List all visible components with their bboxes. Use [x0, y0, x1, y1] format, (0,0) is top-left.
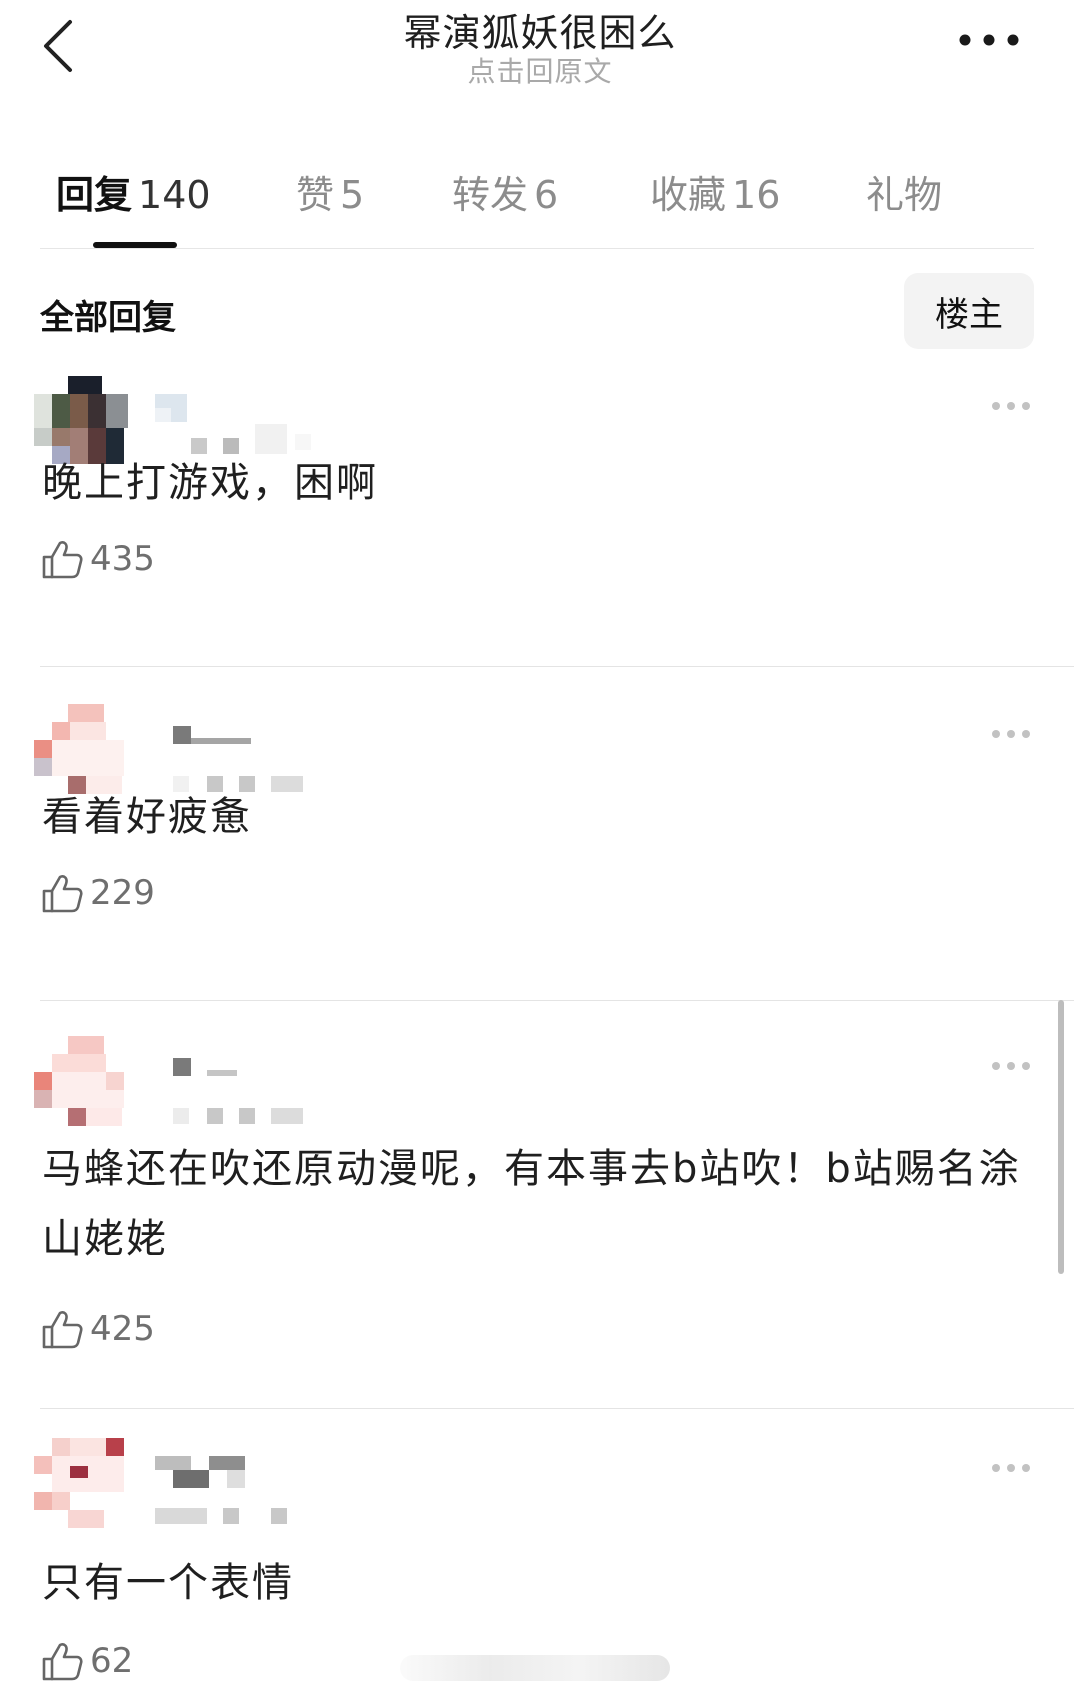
- comment-text: 晚上打游戏，困啊: [42, 460, 378, 506]
- divider: [40, 248, 1034, 249]
- tab-count: 140: [138, 173, 211, 217]
- tab-count: 5: [340, 173, 365, 217]
- page-title[interactable]: 幂演狐妖很困么: [0, 2, 1080, 57]
- comment-more-button[interactable]: [990, 1460, 1032, 1474]
- like-button[interactable]: 62: [40, 1638, 133, 1684]
- owner-filter-button[interactable]: 楼主: [904, 273, 1034, 349]
- tab-label: 赞: [296, 173, 335, 217]
- comment-text: 看着好疲惫: [42, 794, 252, 840]
- comment-more-button[interactable]: [990, 726, 1032, 740]
- comment-text: 马蜂还在吹还原动漫呢，有本事去b站吹！b站赐名涂山姥姥: [42, 1146, 1021, 1262]
- thumbs-up-icon: [42, 1311, 83, 1349]
- like-count: 62: [90, 1641, 134, 1681]
- like-button[interactable]: 425: [40, 1306, 155, 1352]
- username-redacted[interactable]: [155, 1054, 345, 1088]
- comment-more-button[interactable]: [990, 398, 1032, 412]
- divider: [40, 1408, 1074, 1409]
- top-bar: 幂演狐妖很困么 点击回原文: [0, 0, 1080, 110]
- username-redacted[interactable]: [155, 394, 345, 428]
- like-count: 435: [90, 539, 155, 579]
- like-button[interactable]: 435: [40, 536, 155, 582]
- divider: [40, 1000, 1074, 1001]
- comment-more-button[interactable]: [990, 1058, 1032, 1072]
- view-original-link[interactable]: 点击回原文: [0, 50, 1080, 90]
- tab-reposts[interactable]: 转发 6: [452, 164, 558, 219]
- thumbs-up-icon: [42, 1643, 83, 1681]
- avatar[interactable]: [34, 1438, 138, 1542]
- redacted-watermark: [400, 1655, 670, 1681]
- avatar[interactable]: [34, 1036, 138, 1140]
- tab-count: 6: [534, 173, 559, 217]
- scrollbar[interactable]: [1058, 1000, 1064, 1274]
- like-button[interactable]: 229: [40, 870, 155, 916]
- tab-count: 16: [732, 173, 781, 217]
- more-horizontal-icon: [992, 730, 1030, 738]
- tab-gifts[interactable]: 礼物: [866, 164, 942, 219]
- thumbs-up-icon: [42, 875, 83, 913]
- tab-label: 收藏: [650, 173, 727, 217]
- tab-label: 回复: [56, 173, 133, 217]
- tab-bar: 回复 140 赞5 转发 6 收藏 16 礼物: [0, 150, 1080, 250]
- like-count: 229: [90, 873, 155, 913]
- user-meta-redacted: [155, 1500, 345, 1526]
- user-meta-redacted: [155, 1098, 345, 1124]
- section-title: 全部回复: [40, 298, 176, 338]
- username-redacted[interactable]: [155, 722, 345, 756]
- username-redacted[interactable]: [155, 1456, 345, 1490]
- comment-text: 只有一个表情: [42, 1560, 294, 1606]
- tab-replies[interactable]: 回复 140: [56, 164, 211, 219]
- tab-likes[interactable]: 赞5: [296, 164, 364, 219]
- more-horizontal-icon: [992, 1464, 1030, 1472]
- tab-label: 礼物: [866, 173, 943, 217]
- tab-favorites[interactable]: 收藏 16: [650, 164, 780, 219]
- like-count: 425: [90, 1309, 155, 1349]
- divider: [40, 666, 1074, 667]
- thumbs-up-icon: [42, 541, 83, 579]
- more-horizontal-icon: [959, 34, 1019, 46]
- more-horizontal-icon: [992, 402, 1030, 410]
- tab-label: 转发: [452, 173, 529, 217]
- more-options-button[interactable]: [955, 28, 1025, 52]
- more-horizontal-icon: [992, 1062, 1030, 1070]
